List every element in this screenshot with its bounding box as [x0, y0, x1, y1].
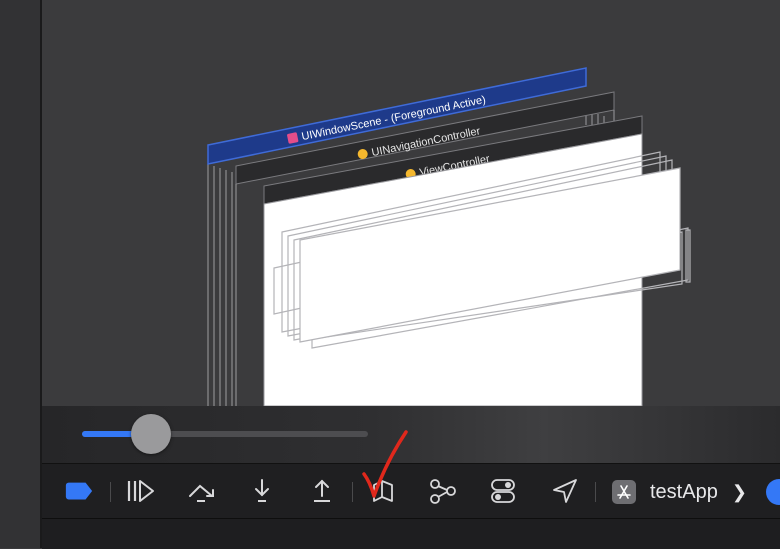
view-hierarchy-canvas[interactable]: UIWindowScene - (Foreground Active) UINa…: [42, 0, 780, 406]
chevron-right-icon: ❯: [731, 481, 747, 502]
app-icon: [612, 480, 636, 504]
debug-toolbar: testApp ❯: [42, 463, 780, 519]
toolbar-separator: [352, 482, 353, 502]
spacing-slider-track[interactable]: [82, 431, 368, 437]
left-panel-edge: [0, 0, 40, 548]
view-hierarchy-icon: [373, 480, 393, 502]
device-icon[interactable]: [766, 479, 780, 505]
window-scene-icon: [287, 132, 299, 144]
simulate-location-icon: [553, 479, 577, 503]
step-out-icon: [314, 479, 330, 502]
memory-graph-button[interactable]: [428, 476, 458, 506]
environment-overrides-icon: [491, 479, 515, 503]
spacing-slider-thumb[interactable]: [130, 414, 171, 454]
continue-button[interactable]: [126, 476, 156, 506]
step-over-button[interactable]: [187, 476, 217, 506]
step-into-icon: [255, 479, 269, 502]
breakpoints-toggle-button[interactable]: [64, 476, 94, 506]
simulate-location-button[interactable]: [550, 476, 580, 506]
app-store-icon: [617, 485, 631, 499]
step-into-button[interactable]: [247, 476, 277, 506]
step-out-button[interactable]: [307, 476, 337, 506]
toolbar-separator: [595, 482, 596, 502]
memory-graph-icon: [430, 479, 456, 504]
continue-icon: [127, 480, 154, 502]
scheme-name: testApp: [650, 480, 718, 503]
breakpoints-toggle-icon: [65, 482, 93, 500]
view-hierarchy-3d: UIWindowScene - (Foreground Active) UINa…: [207, 67, 691, 406]
view-hierarchy-button[interactable]: [368, 476, 398, 506]
environment-overrides-button[interactable]: [488, 476, 518, 506]
toolbar-separator: [110, 482, 111, 502]
scheme-selector[interactable]: testApp ❯: [612, 478, 747, 506]
step-over-icon: [189, 484, 214, 502]
spacing-slider-bar: [42, 406, 780, 463]
debug-console-area: [42, 518, 780, 549]
